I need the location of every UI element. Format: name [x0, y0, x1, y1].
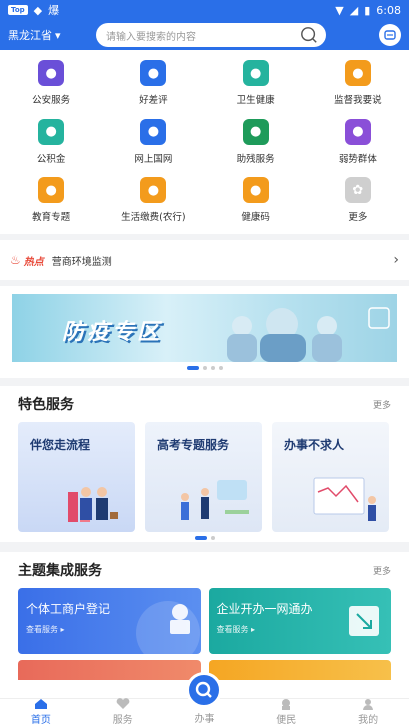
carousel-dot[interactable] [194, 536, 207, 540]
globe-icon: ● [140, 118, 167, 145]
signal-icon: ◢ [349, 3, 359, 17]
group-icon: ● [344, 118, 371, 145]
heart-icon [116, 698, 130, 709]
hot-text: 营商环境监测 [51, 256, 112, 268]
stamp-icon [136, 601, 200, 654]
top-header: 黑龙江省 ▾ 请输入要搜索的内容 [0, 20, 409, 50]
education-icon: ● [38, 177, 65, 204]
message-icon: ● [344, 60, 371, 86]
service-item[interactable]: ● 助残服务 [205, 117, 307, 176]
notification-icon: ◆ [33, 3, 43, 17]
chart-illustration [313, 477, 376, 521]
chevron-down-icon: ▾ [55, 28, 61, 42]
service-label: 弱势群体 [338, 153, 377, 165]
menu-button[interactable] [379, 24, 401, 46]
carousel-dot[interactable] [210, 366, 215, 370]
carousel-dot[interactable] [202, 366, 207, 370]
section-title: 主题集成服务 [18, 563, 102, 579]
section-title: 特色服务 [18, 397, 74, 413]
featured-section: 特色服务 更多 伴您走流程 高考专题服务 办事不求人 [0, 386, 409, 542]
app-badge: Top [8, 5, 28, 15]
service-item[interactable]: ● 卫生健康 [205, 58, 307, 117]
house-icon: ● [38, 118, 65, 145]
service-label: 公积金 [36, 153, 66, 165]
wheelchair-icon: ● [242, 118, 269, 145]
service-label: 公安服务 [32, 95, 71, 106]
service-item[interactable]: ● 监督我要说 [307, 58, 409, 117]
theme-card-partial[interactable] [208, 660, 391, 680]
status-bar: Top ◆ 爆 ▼ ◢ ▮ 6:08 [0, 0, 409, 20]
status-flag: 爆 [48, 4, 60, 17]
service-item[interactable]: ● 好差评 [102, 58, 204, 117]
region-selector[interactable]: 黑龙江省 ▾ [8, 27, 96, 43]
banner-section: 防疫专区 [0, 286, 409, 378]
hot-tag: 热点 [23, 256, 44, 268]
service-item[interactable]: ● 公积金 [0, 117, 102, 176]
exam-illustration [181, 480, 249, 520]
region-label: 黑龙江省 [8, 29, 52, 42]
menu-icon [384, 30, 396, 40]
medical-icon: ● [242, 60, 269, 86]
chevron-right-icon: › [393, 252, 399, 268]
service-label: 教育专题 [32, 212, 71, 224]
arrow-box-icon [348, 606, 379, 636]
search-placeholder: 请输入要搜索的内容 [106, 31, 196, 43]
theme-card-partial[interactable] [18, 660, 201, 680]
service-item[interactable]: ● 弱势群体 [307, 117, 409, 176]
payment-icon: ● [140, 177, 167, 204]
service-item[interactable]: ● 健康码 [205, 175, 307, 234]
feature-card[interactable]: 高考专题服务 [145, 422, 262, 532]
hot-topic-bar[interactable]: ♨ 热点 营商环境监测 › [0, 240, 409, 280]
carousel-dot[interactable] [186, 366, 199, 370]
service-item[interactable]: ● 生活缴费(农行) [102, 175, 204, 234]
search-icon [301, 27, 317, 43]
service-item[interactable]: ● 网上国网 [102, 117, 204, 176]
service-item[interactable]: ✿ 更多 [307, 175, 409, 234]
wifi-icon: ▼ [335, 3, 344, 17]
more-link[interactable]: 更多 [373, 564, 391, 577]
home-icon [34, 699, 47, 709]
more-link[interactable]: 更多 [373, 398, 391, 411]
qrcode-icon: ● [242, 177, 269, 204]
service-label: 卫生健康 [236, 95, 275, 106]
feature-dots [0, 536, 409, 540]
affairs-fab-button[interactable] [186, 672, 222, 708]
affairs-label: 办事 [194, 714, 215, 725]
theme-card[interactable]: 企业开办一网通办 查看服务 ▸ [208, 588, 391, 654]
handshake-illustration [68, 487, 118, 522]
search-input[interactable]: 请输入要搜索的内容 [96, 23, 326, 47]
shield-icon: ● [38, 60, 65, 86]
feature-card[interactable]: 办事不求人 [272, 422, 389, 532]
more-icon: ✿ [344, 177, 371, 204]
service-item[interactable]: ● 公安服务 [0, 58, 102, 117]
banner-title: 防疫专区 [62, 320, 163, 345]
service-label: 好差评 [139, 95, 168, 106]
service-label: 监督我要说 [334, 95, 382, 106]
theme-card[interactable]: 个体工商户登记 查看服务 ▸ [18, 588, 201, 654]
battery-icon: ▮ [364, 3, 371, 17]
clock: 6:08 [376, 3, 401, 17]
carousel-dots [0, 366, 409, 370]
service-label: 助残服务 [236, 153, 275, 165]
search-circle-icon [195, 681, 212, 698]
fire-icon: ♨ [10, 253, 21, 267]
user-icon [363, 699, 374, 710]
service-label: 更多 [348, 212, 368, 224]
feature-card[interactable]: 伴您走流程 [18, 422, 135, 532]
service-label: 健康码 [241, 212, 270, 224]
service-grid: ● 公安服务 ● 好差评 ● 卫生健康 ● 监督我要说 ● 公积金 ● 网上国网 ● 助残服务 ● 弱势群体 ●… [0, 50, 409, 234]
hand-heart-icon [282, 699, 291, 710]
carousel-dot[interactable] [210, 536, 215, 540]
service-item[interactable]: ● 教育专题 [0, 175, 102, 234]
service-label: 生活缴费(农行) [121, 212, 186, 224]
carousel-dot[interactable] [218, 366, 223, 370]
like-icon: ● [140, 60, 167, 86]
epidemic-banner[interactable]: 防疫专区 [12, 294, 397, 362]
service-label: 网上国网 [134, 153, 173, 165]
